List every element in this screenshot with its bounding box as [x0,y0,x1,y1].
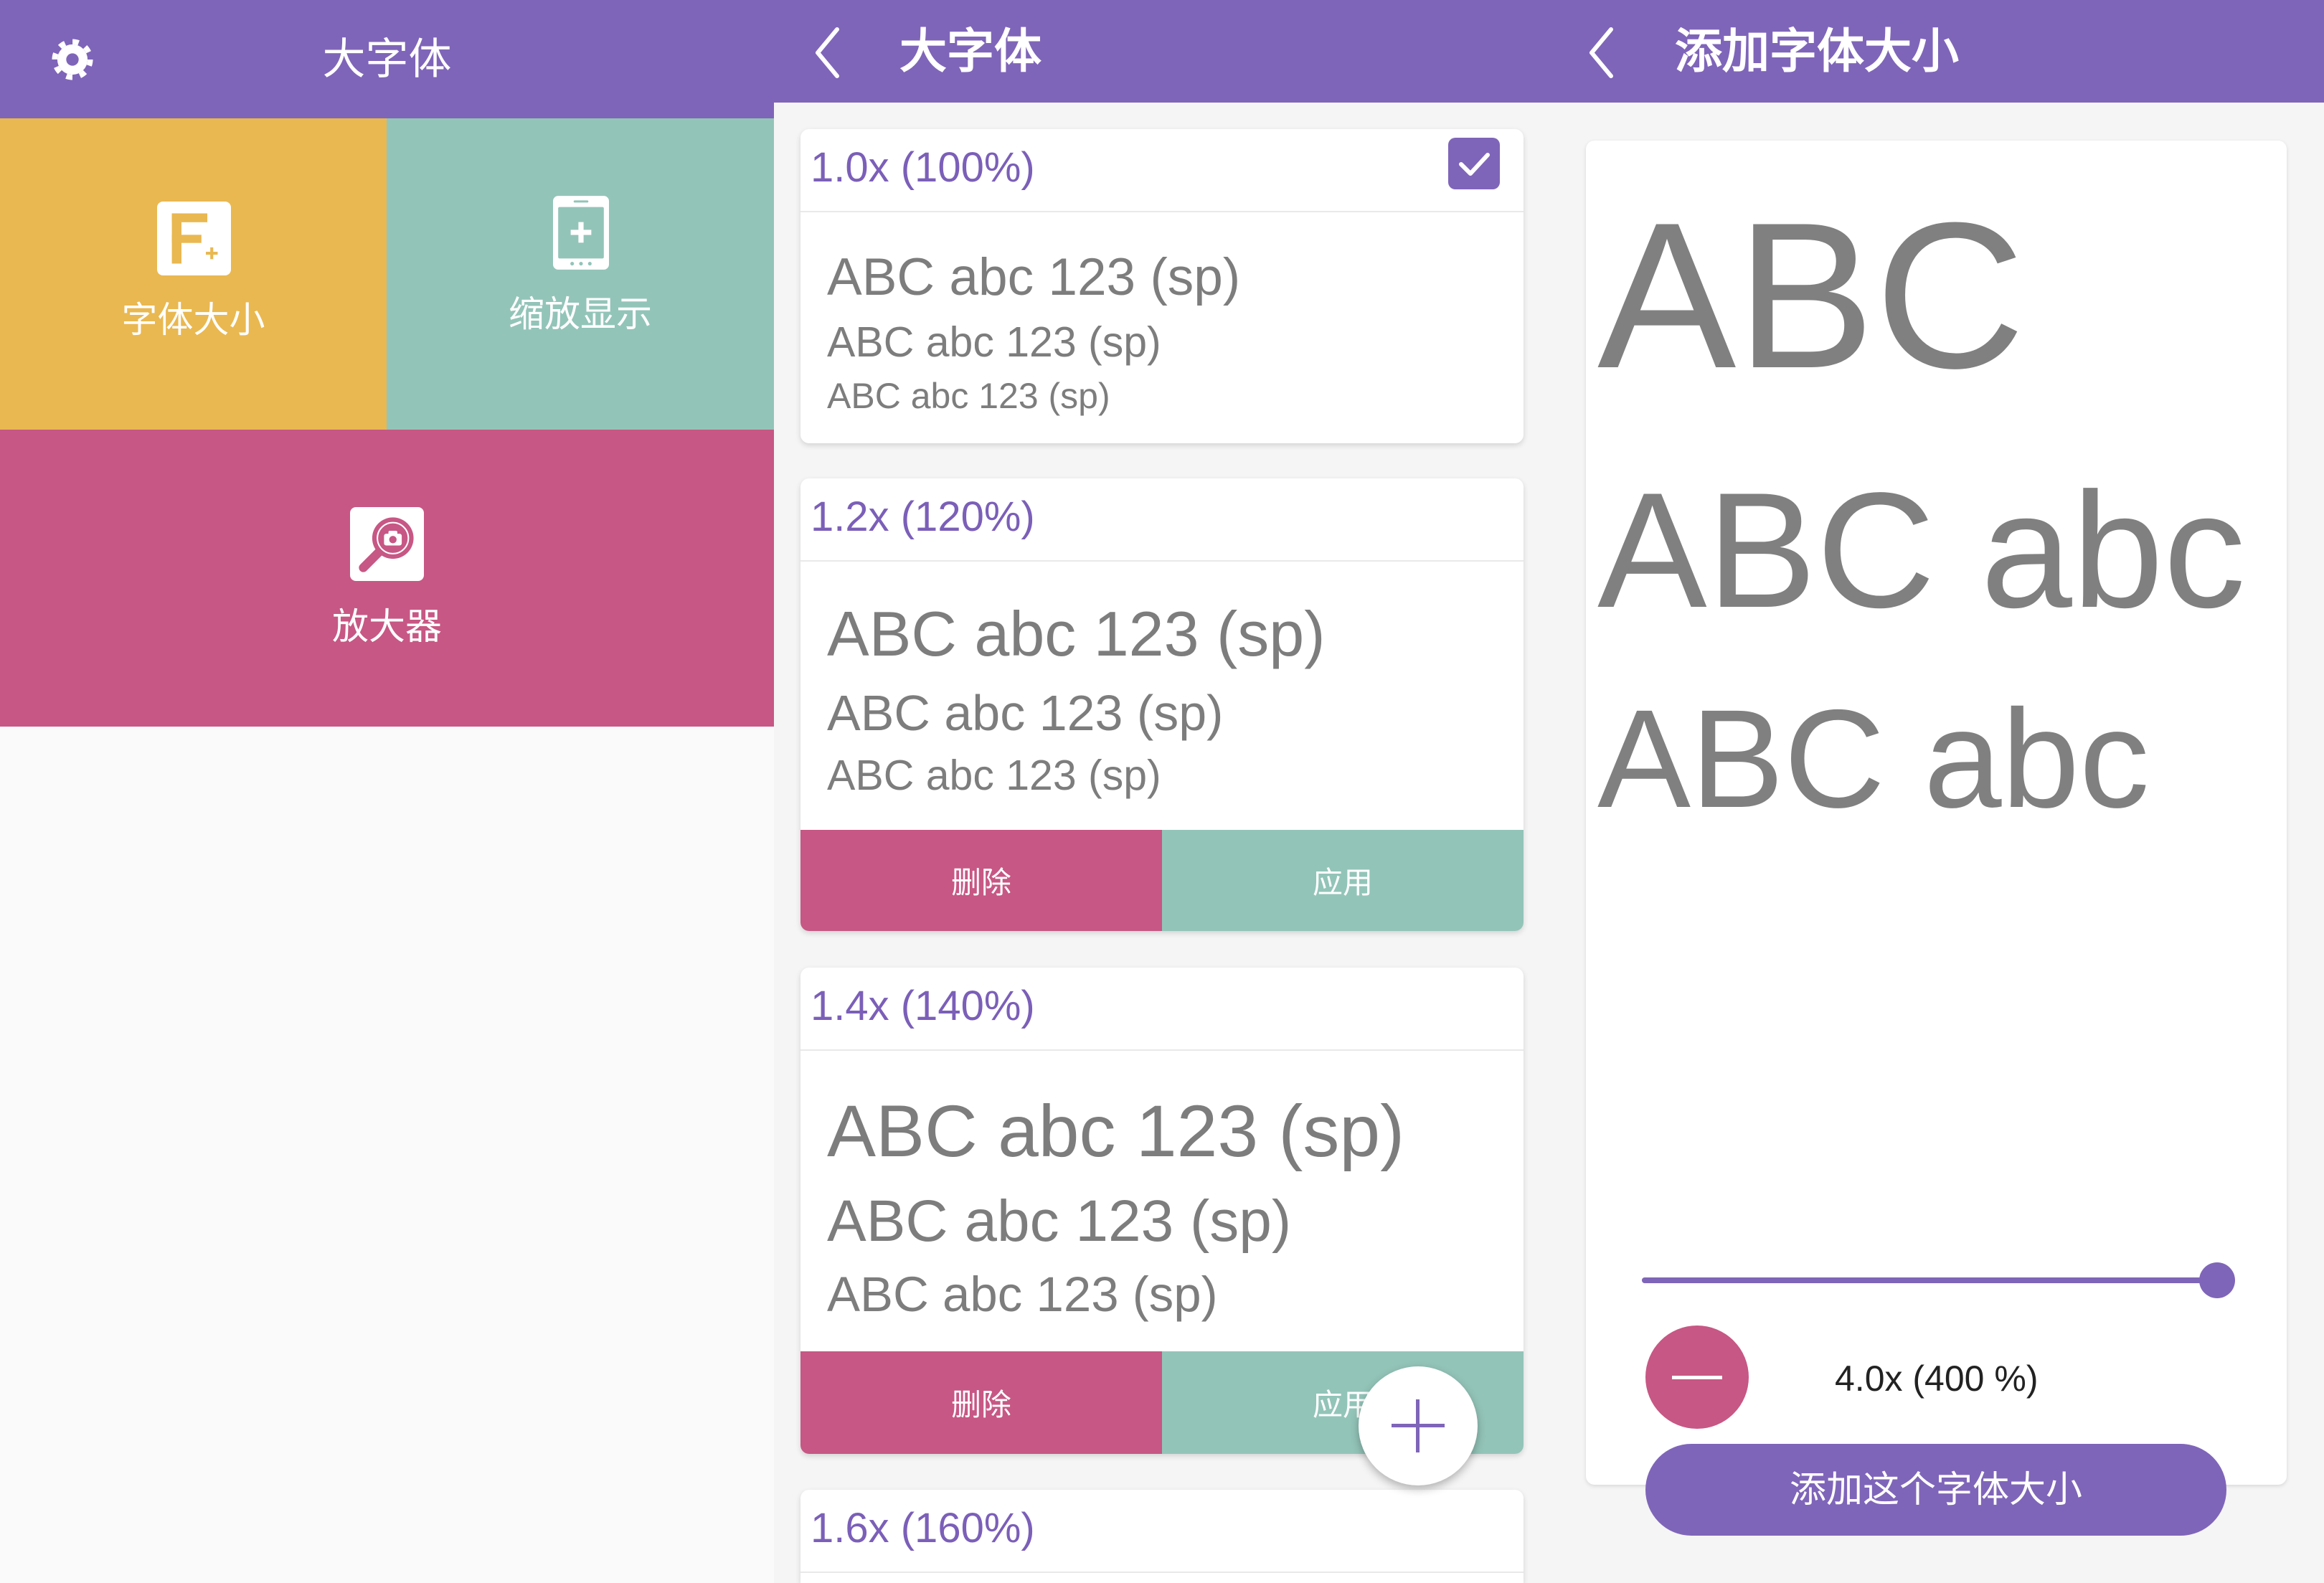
sample-text: ABC abc 123 (sp) [827,1090,1405,1172]
sample-text: ABC abc 123 (sp) [827,376,1110,416]
tile-label: 放大器 [331,606,442,647]
chevron-left-icon[interactable] [1587,27,1615,79]
apply-button[interactable]: 应用 [1162,830,1524,931]
scale-label: 1.4x (140%) [811,983,1035,1029]
decrease-button[interactable] [1645,1326,1749,1429]
preview-text: ABC [1597,179,2026,412]
sample-text: ABC abc 123 (sp) [827,1267,1218,1322]
tile-display-zoom[interactable]: 缩放显示 [387,118,774,430]
app-bar: 添加字体大小 [1549,0,2324,103]
scale-label: 1.2x (120%) [811,493,1035,540]
sample-text: ABC abc 123 (sp) [827,685,1224,741]
checkbox[interactable] [1448,138,1500,189]
minus-icon [1672,1376,1722,1379]
tile-magnifier[interactable]: 放大器 [0,430,774,727]
scale-label: 1.0x (100%) [811,144,1035,191]
sample-text: ABC abc 123 (sp) [827,318,1161,366]
preview-text: ABC abc [1597,458,2246,642]
font-size-icon [157,202,231,275]
add-font-size-button[interactable]: 添加这个字体大小 [1645,1444,2226,1536]
add-font-size-screen: 添加字体大小 ABC ABC abc ABC abc 4.0x (400 %) … [1549,0,2324,1583]
font-size-card[interactable]: 1.0x (100%) ABC abc 123 (sp) ABC abc 123… [800,129,1524,443]
app-bar: 大字体 [0,0,774,118]
font-size-list-screen: 大字体 1.0x (100%) ABC abc 123 (sp) ABC abc… [774,0,1549,1583]
magnifier-icon [350,507,424,581]
home-screen: 大字体 字体大小 缩放显示 放大器 [0,0,774,1583]
preview-text: ABC abc [1597,681,2150,837]
font-scale-slider[interactable] [1642,1262,2235,1298]
divider [800,211,1524,212]
page-title: 大字体 [322,35,452,83]
scale-value-label: 4.0x (400 %) [1835,1358,2039,1399]
card-actions: 删除 应用 [800,830,1524,931]
plus-icon [1416,1399,1420,1452]
tile-font-size[interactable]: 字体大小 [0,118,387,430]
tile-label: 字体大小 [121,300,265,340]
add-font-size-fab[interactable] [1359,1366,1478,1485]
divider [800,1049,1524,1051]
tile-label: 缩放显示 [509,294,652,334]
sample-text: ABC abc 123 (sp) [827,752,1161,799]
slider-thumb[interactable] [2199,1262,2235,1298]
delete-button[interactable]: 删除 [800,1351,1162,1454]
page-title: 添加字体大小 [1675,24,1959,77]
app-bar: 大字体 [774,0,1549,103]
delete-button[interactable]: 删除 [800,830,1162,931]
display-zoom-icon [553,196,609,270]
scale-label: 1.6x (160%) [811,1505,1035,1551]
page-title: 大字体 [899,24,1041,77]
divider [800,560,1524,562]
sample-text: ABC abc 123 (sp) [827,1189,1292,1254]
sample-text: ABC abc 123 (sp) [827,248,1241,306]
divider [800,1572,1524,1573]
sample-text: ABC abc 123 (sp) [827,598,1326,669]
font-size-card[interactable]: 1.6x (160%) [800,1490,1524,1583]
slider-fill [1642,1277,2217,1283]
chevron-left-icon[interactable] [813,27,841,79]
font-size-card[interactable]: 1.2x (120%) ABC abc 123 (sp) ABC abc 123… [800,478,1524,931]
